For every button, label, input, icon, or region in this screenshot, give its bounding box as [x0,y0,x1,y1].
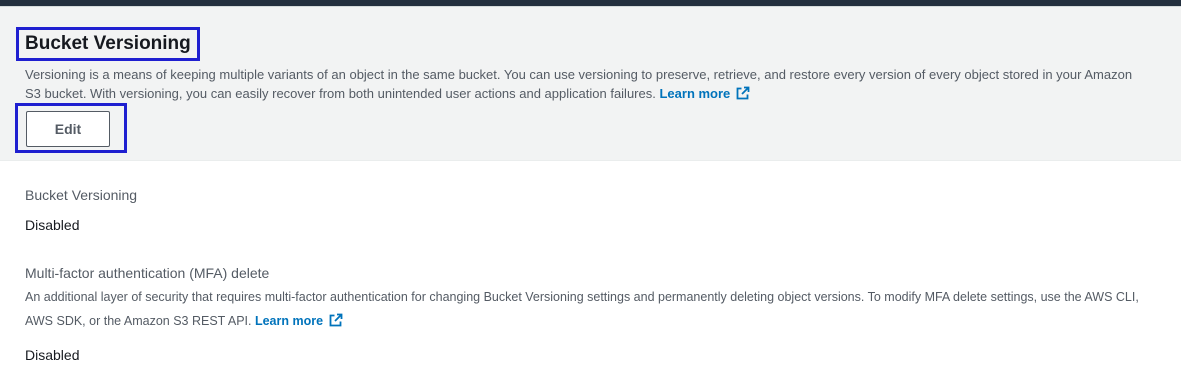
external-link-icon [736,86,750,100]
title-highlight-box: Bucket Versioning [16,27,200,61]
mfa-learn-more-link[interactable]: Learn more [254,313,343,328]
mfa-delete-description: An additional layer of security that req… [25,285,1155,333]
versioning-label: Bucket Versioning [25,187,138,203]
learn-more-link[interactable]: Learn more [659,86,750,101]
bucket-versioning-panel: Bucket Versioning Versioning is a means … [0,6,1181,392]
external-link-icon [329,313,343,327]
mfa-delete-status-value: Disabled [25,347,80,363]
panel-header: Bucket Versioning Versioning is a means … [0,7,1181,161]
mfa-delete-label: Multi-factor authentication (MFA) delete [25,265,270,281]
mfa-learn-more-label: Learn more [254,314,324,328]
versioning-status-value: Disabled [25,217,80,233]
edit-button[interactable]: Edit [26,111,110,147]
panel-title: Bucket Versioning [25,33,191,54]
learn-more-label: Learn more [659,86,731,101]
mfa-description-text: An additional layer of security that req… [25,290,1139,328]
description-text: Versioning is a means of keeping multipl… [25,67,1133,101]
panel-description: Versioning is a means of keeping multipl… [25,65,1135,103]
